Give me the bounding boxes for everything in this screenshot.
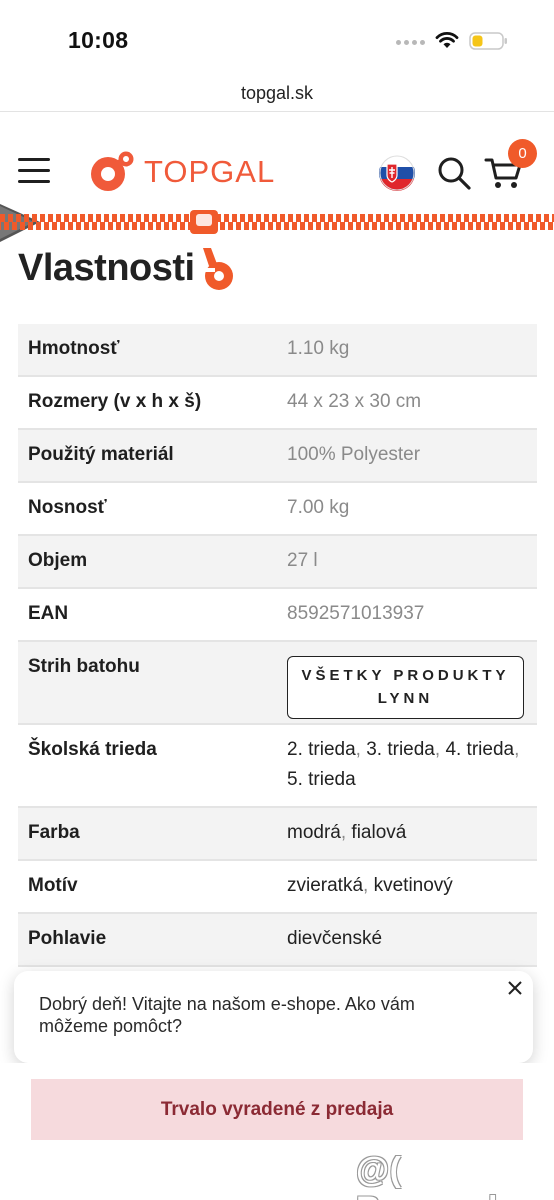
property-value: dievčenské [277, 910, 537, 965]
property-name: Strih batohu [28, 656, 140, 677]
table-row: Školská trieda 2. trieda, 3. trieda, 4. … [18, 725, 537, 808]
menu-icon[interactable] [18, 158, 50, 184]
search-icon[interactable] [436, 155, 472, 191]
property-name: Použitý materiál [28, 444, 174, 465]
zipper-pull-icon [202, 248, 233, 290]
watermark: @( Bazos.sk [356, 1151, 507, 1200]
address-bar[interactable]: topgal.sk [0, 76, 554, 112]
table-row: Strih batohu VŠETKY PRODUKTY LYNN [18, 642, 537, 725]
url-text[interactable]: topgal.sk [241, 83, 313, 103]
site-header: TOPGAL [0, 112, 554, 208]
wifi-icon [435, 32, 459, 48]
logo-text: TOPGAL [144, 154, 276, 189]
property-value: 44 x 23 x 30 cm [287, 391, 422, 412]
property-value: 1.10 kg [287, 338, 350, 359]
grade-link[interactable]: 2. trieda [287, 739, 356, 760]
table-row: Farba modrá, fialová [18, 808, 537, 861]
property-value: 8592571013937 [287, 603, 425, 624]
property-name: Objem [28, 550, 88, 571]
cart-count-badge[interactable]: 0 [508, 139, 537, 168]
motif-link[interactable]: kvetinový [374, 875, 453, 896]
bottom-bar: Trvalo vyradené z predaja @( Bazos.sk [0, 1063, 554, 1200]
property-name: Pohlavie [28, 928, 107, 949]
property-name: Farba [28, 822, 80, 843]
property-value: 100% Polyester [287, 444, 421, 465]
table-row: EAN 8592571013937 [18, 589, 537, 642]
property-name: Hmotnosť [28, 338, 120, 359]
close-icon[interactable] [506, 979, 524, 997]
table-row: Objem 27 l [18, 536, 537, 589]
property-name: EAN [28, 603, 69, 624]
discontinued-notice: Trvalo vyradené z predaja [31, 1079, 523, 1140]
status-bar: 10:08 [0, 0, 554, 76]
property-name: Rozmery (v x h x š) [28, 391, 202, 412]
cellular-signal-icon [396, 40, 425, 45]
battery-icon [469, 32, 507, 50]
motif-link[interactable]: zvieratká [287, 875, 363, 896]
property-value: zvieratká, kvetinový [287, 875, 453, 896]
color-link[interactable]: fialová [351, 822, 406, 843]
status-time: 10:08 [68, 27, 129, 53]
section-heading: Vlastnosti [18, 242, 237, 294]
logo[interactable]: TOPGAL [88, 150, 275, 194]
property-value: modrá, fialová [287, 822, 407, 843]
grade-link[interactable]: 5. trieda [287, 769, 356, 790]
section-title: Vlastnosti [18, 246, 195, 289]
property-name: Motív [28, 875, 78, 896]
table-row: Pohlavie dievčenské [18, 914, 537, 967]
grade-link[interactable]: 3. trieda [366, 739, 435, 760]
property-name: Nosnosť [28, 497, 107, 518]
table-row: Nosnosť 7.00 kg [18, 483, 537, 536]
color-link[interactable]: modrá [287, 822, 341, 843]
table-row: Hmotnosť 1.10 kg [18, 324, 537, 377]
all-lynn-products-button[interactable]: VŠETKY PRODUKTY LYNN [287, 656, 524, 719]
table-row: Rozmery (v x h x š) 44 x 23 x 30 cm [18, 377, 537, 430]
chat-popup[interactable]: Dobrý deň! Vitajte na našom e-shope. Ako… [14, 971, 533, 1063]
property-name: Školská trieda [28, 739, 157, 760]
logo-mark-icon [91, 151, 134, 191]
properties-table: Hmotnosť 1.10 kg Rozmery (v x h x š) 44 … [18, 324, 537, 967]
grade-link[interactable]: 4. trieda [445, 739, 514, 760]
property-value: 7.00 kg [287, 497, 350, 518]
table-row: Motív zvieratká, kvetinový [18, 861, 537, 914]
gender-link[interactable]: dievčenské [287, 928, 382, 949]
table-row: Použitý materiál 100% Polyester [18, 430, 537, 483]
chat-message: Dobrý deň! Vitajte na našom e-shope. Ako… [39, 994, 415, 1036]
property-value: 27 l [287, 550, 318, 571]
property-value: 2. trieda, 3. trieda, 4. trieda, 5. trie… [287, 739, 520, 790]
slovak-flag-icon[interactable] [379, 155, 415, 191]
